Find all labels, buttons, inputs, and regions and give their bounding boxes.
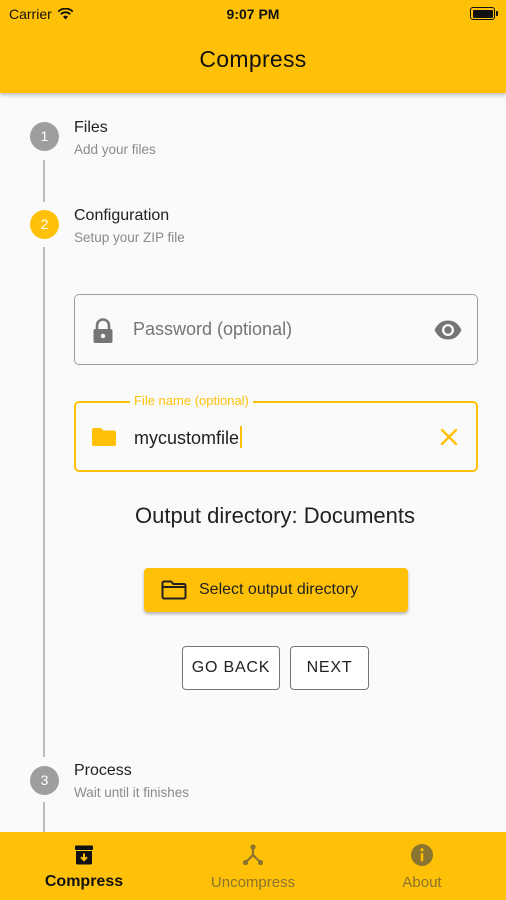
step-2-title[interactable]: Configuration bbox=[74, 207, 169, 225]
info-icon bbox=[411, 844, 433, 866]
step-3-title[interactable]: Process bbox=[74, 762, 132, 780]
step-2-subtitle: Setup your ZIP file bbox=[74, 230, 185, 245]
step-2-indicator[interactable]: 2 bbox=[30, 210, 59, 239]
step-3-subtitle: Wait until it finishes bbox=[74, 785, 190, 800]
archive-icon bbox=[75, 845, 93, 865]
step-3-indicator[interactable]: 3 bbox=[30, 766, 59, 795]
password-field[interactable]: Password (optional) bbox=[74, 294, 478, 365]
next-button[interactable]: NEXT bbox=[290, 646, 369, 690]
branch-icon bbox=[242, 844, 264, 866]
step-1-title[interactable]: Files bbox=[74, 119, 108, 137]
lock-icon bbox=[93, 318, 113, 343]
select-output-directory-label: Select output directory bbox=[199, 581, 359, 598]
step-connector-2 bbox=[43, 247, 45, 757]
go-back-label: GO BACK bbox=[191, 659, 271, 676]
next-label: NEXT bbox=[306, 659, 353, 676]
step-1-subtitle: Add your files bbox=[74, 142, 156, 157]
step-1-number: 1 bbox=[40, 128, 49, 144]
clear-icon[interactable] bbox=[439, 427, 459, 447]
filename-field[interactable]: File name (optional) mycustomfile bbox=[74, 393, 478, 472]
nav-compress-label: Compress bbox=[44, 873, 124, 890]
select-output-directory-button[interactable]: Select output directory bbox=[144, 568, 408, 612]
app-bar: Carrier 9:07 PM Compress bbox=[0, 0, 506, 93]
nav-uncompress[interactable]: Uncompress bbox=[169, 832, 337, 900]
nav-about-label: About bbox=[402, 874, 442, 891]
text-caret bbox=[240, 426, 243, 448]
step-connector-3 bbox=[43, 802, 45, 832]
step-3-number: 3 bbox=[40, 772, 49, 788]
nav-uncompress-label: Uncompress bbox=[210, 874, 296, 891]
eye-icon[interactable] bbox=[433, 319, 463, 341]
bottom-navigation: Compress Uncompress About bbox=[0, 832, 506, 900]
status-time: 9:07 PM bbox=[226, 6, 280, 22]
page-title: Compress bbox=[199, 46, 307, 72]
step-1-indicator[interactable]: 1 bbox=[30, 122, 59, 151]
filename-input[interactable]: mycustomfile bbox=[134, 426, 243, 449]
password-placeholder: Password (optional) bbox=[133, 319, 293, 339]
battery-icon bbox=[470, 7, 498, 20]
go-back-button[interactable]: GO BACK bbox=[182, 646, 280, 690]
step-2-number: 2 bbox=[40, 216, 49, 232]
status-bar: Carrier 9:07 PM bbox=[0, 0, 506, 28]
nav-compress[interactable]: Compress bbox=[0, 832, 168, 900]
nav-about[interactable]: About bbox=[338, 832, 506, 900]
folder-icon bbox=[92, 428, 116, 446]
step-connector-1 bbox=[43, 160, 45, 202]
filename-value: mycustomfile bbox=[134, 428, 240, 448]
filename-label: File name (optional) bbox=[130, 393, 253, 408]
folder-outline-icon bbox=[161, 580, 187, 600]
output-directory-text: Output directory: Documents bbox=[134, 503, 415, 528]
